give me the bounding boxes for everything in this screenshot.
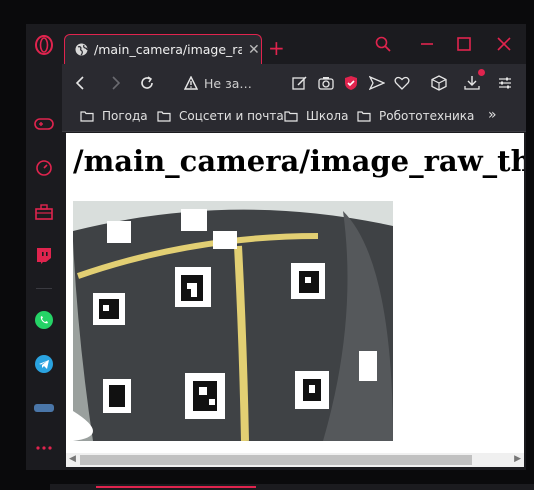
- twitch-icon[interactable]: [32, 244, 56, 268]
- scroll-right-icon[interactable]: ▶: [514, 454, 521, 464]
- camera-image: [73, 201, 393, 441]
- reload-icon[interactable]: [138, 74, 156, 92]
- heart-icon[interactable]: [393, 74, 411, 92]
- bookmark-folder-robotics[interactable]: Робототехника: [357, 109, 474, 123]
- more-icon[interactable]: [32, 436, 56, 460]
- bookmark-label: Соцсети и почта: [179, 109, 284, 123]
- speedometer-icon[interactable]: [32, 156, 56, 180]
- warning-icon: [184, 76, 198, 90]
- taskbar-active-indicator: [96, 486, 256, 488]
- tab-title: /main_camera/image_raw_t: [94, 42, 242, 57]
- page-heading: /main_camera/image_raw_thrott: [73, 144, 524, 178]
- sidebar-separator: [36, 288, 52, 289]
- folder-icon: [357, 110, 371, 122]
- download-badge: [478, 69, 485, 76]
- folder-icon: [80, 110, 94, 122]
- vk-icon[interactable]: [32, 396, 56, 420]
- whatsapp-icon[interactable]: [32, 308, 56, 332]
- settings-sliders-icon[interactable]: [496, 74, 514, 92]
- address-text: Не за…: [204, 75, 252, 91]
- scrollbar-thumb[interactable]: [80, 455, 472, 465]
- shield-icon[interactable]: [342, 74, 360, 92]
- tab-bar: /main_camera/image_raw_t ✕ +: [62, 24, 526, 64]
- folder-icon: [284, 110, 298, 122]
- horizontal-scrollbar[interactable]: ◀ ▶: [66, 453, 524, 467]
- send-icon[interactable]: [368, 74, 386, 92]
- extensions-cube-icon[interactable]: [430, 74, 448, 92]
- bookmark-label: Робототехника: [379, 109, 475, 123]
- edit-icon[interactable]: [291, 74, 309, 92]
- bookmarks-more-button[interactable]: »: [488, 107, 497, 123]
- bookmark-label: Школа: [306, 109, 349, 123]
- back-icon[interactable]: [72, 74, 90, 92]
- minimize-button[interactable]: [419, 36, 435, 52]
- opera-logo-icon[interactable]: [32, 33, 56, 57]
- camera-icon[interactable]: [317, 74, 335, 92]
- download-icon[interactable]: [463, 69, 485, 92]
- telegram-icon[interactable]: [32, 352, 56, 376]
- new-tab-button[interactable]: +: [268, 36, 285, 60]
- bookmark-label: Погода: [102, 109, 148, 123]
- gamepad-icon[interactable]: [32, 112, 56, 136]
- briefcase-icon[interactable]: [32, 200, 56, 224]
- bookmarks-bar: Погода Соцсети и почта Школа Робототехни…: [62, 102, 526, 132]
- scroll-left-icon[interactable]: ◀: [69, 454, 76, 464]
- forward-icon[interactable]: [106, 74, 124, 92]
- bookmark-folder-school[interactable]: Школа: [284, 109, 348, 123]
- folder-icon: [157, 110, 171, 122]
- sidebar: [26, 24, 62, 470]
- search-icon[interactable]: [375, 36, 391, 52]
- bookmark-folder-pogoda[interactable]: Погода: [80, 109, 148, 123]
- address-bar[interactable]: Не за…: [180, 70, 260, 96]
- close-window-button[interactable]: [496, 36, 512, 52]
- globe-icon: [75, 43, 88, 56]
- bookmark-folder-socials[interactable]: Соцсети и почта: [157, 109, 284, 123]
- maximize-button[interactable]: [456, 36, 472, 52]
- toolbar: Не за…: [62, 64, 526, 102]
- tab-main-camera[interactable]: /main_camera/image_raw_t ✕: [64, 34, 262, 64]
- page-content: /main_camera/image_raw_thrott: [66, 133, 524, 453]
- tab-close-button[interactable]: ✕: [248, 42, 260, 58]
